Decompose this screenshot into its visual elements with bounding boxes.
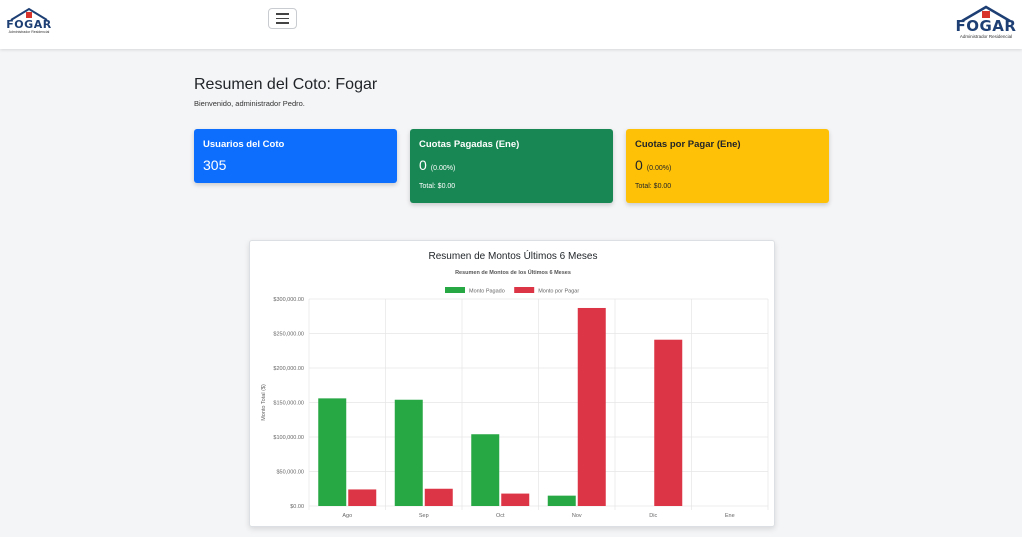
bar-paid: [318, 398, 347, 506]
bar-paid: [394, 399, 423, 506]
logo-tagline: Administrador Residencial: [959, 34, 1013, 39]
pending-fees-title: Cuotas por Pagar (Ene): [635, 139, 741, 150]
page-title: Resumen del Coto: Fogar: [194, 76, 378, 93]
bar-pending: [654, 339, 683, 506]
navbar-toggle-button[interactable]: [268, 8, 297, 29]
logo-name: FOGAR: [955, 17, 1017, 35]
pending-fees-count: 0: [635, 157, 643, 173]
users-count: 305: [203, 157, 227, 173]
legend-label: Monto Pagado: [469, 289, 505, 295]
users-card: Usuarios del Coto 305: [194, 129, 397, 183]
y-tick-label: $50,000.00: [276, 470, 304, 476]
y-tick-label: $0.00: [290, 504, 304, 510]
bar-pending: [501, 493, 530, 506]
y-tick-label: $200,000.00: [273, 366, 304, 372]
pending-fees-card: Cuotas por Pagar (Ene) 0 (0.00%) Total: …: [626, 129, 829, 203]
x-tick-label: Nov: [572, 513, 582, 519]
legend-swatch: [514, 287, 535, 293]
pending-fees-percent: (0.00%): [646, 165, 672, 172]
paid-fees-title: Cuotas Pagadas (Ene): [419, 139, 520, 150]
paid-fees-count: 0: [419, 157, 427, 173]
bar-pending: [424, 488, 453, 506]
x-tick-label: Ago: [342, 513, 352, 519]
x-tick-label: Ene: [725, 513, 735, 519]
users-card-title: Usuarios del Coto: [203, 139, 285, 150]
y-axis-label: Monto Total ($): [261, 384, 267, 421]
top-navbar: FOGAR Administrador Residencial FOGAR Ad…: [0, 0, 1022, 49]
chart-title: Resumen de Montos de los Últimos 6 Meses: [455, 269, 571, 276]
x-tick-label: Dic: [649, 513, 657, 519]
bar-paid: [547, 495, 576, 506]
y-tick-label: $150,000.00: [273, 401, 304, 407]
legend-label: Monto por Pagar: [538, 289, 579, 295]
hamburger-icon-line: [276, 17, 289, 20]
chart-card: Resumen de Montos Últimos 6 Meses Resume…: [249, 240, 775, 527]
paid-fees-percent: (0.00%): [430, 165, 456, 172]
welcome-message: Bienvenido, administrador Pedro.: [194, 99, 305, 108]
bar-pending: [577, 307, 606, 506]
hamburger-icon-line: [276, 22, 289, 24]
logo-right[interactable]: FOGAR Administrador Residencial: [954, 3, 1018, 40]
x-tick-label: Sep: [419, 513, 429, 519]
bar-paid: [471, 434, 500, 506]
logo-name: FOGAR: [6, 18, 52, 31]
paid-fees-total: Total: $0.00: [419, 183, 456, 190]
logo-tagline: Administrador Residencial: [8, 30, 50, 34]
pending-fees-total: Total: $0.00: [635, 183, 672, 190]
y-tick-label: $300,000.00: [273, 297, 304, 303]
legend-swatch: [445, 287, 465, 293]
x-tick-label: Oct: [496, 513, 505, 519]
y-tick-label: $100,000.00: [273, 435, 304, 441]
logo-left[interactable]: FOGAR Administrador Residencial: [5, 6, 53, 35]
bar-chart: Resumen de Montos de los Últimos 6 Meses…: [261, 269, 769, 519]
paid-fees-card: Cuotas Pagadas (Ene) 0 (0.00%) Total: $0…: [410, 129, 613, 203]
y-tick-label: $250,000.00: [273, 332, 304, 338]
hamburger-icon-line: [276, 13, 289, 15]
bar-pending: [348, 489, 377, 506]
